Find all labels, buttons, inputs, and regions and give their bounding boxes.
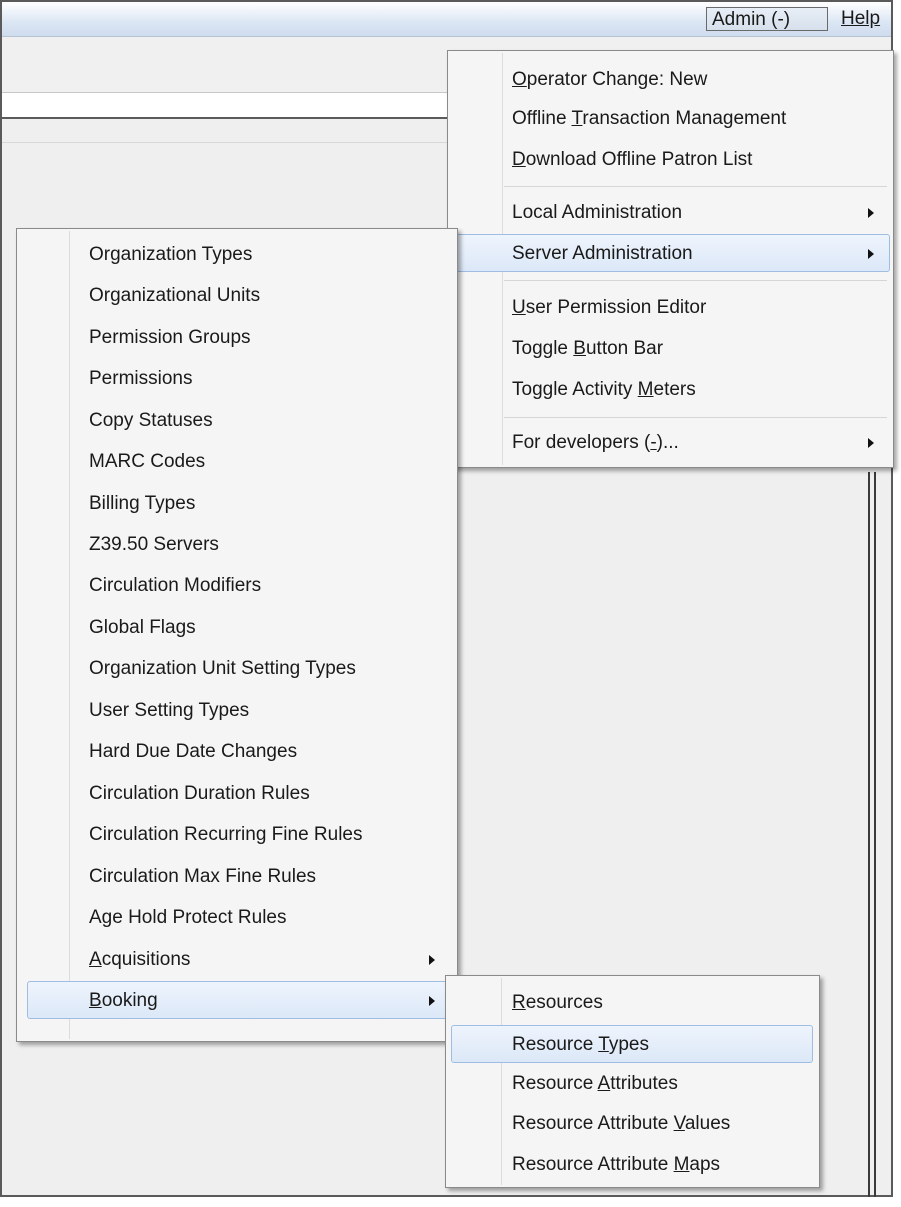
menu-item-offline-transaction-management[interactable]: Offline Transaction Management bbox=[450, 100, 890, 138]
menu-item-circulation-max-fine-rules[interactable]: Circulation Max Fine Rules bbox=[19, 858, 455, 896]
menu-item-resources[interactable]: Resources bbox=[448, 984, 816, 1022]
menu-item-user-setting-types[interactable]: User Setting Types bbox=[19, 692, 455, 730]
menu-item-permissions[interactable]: Permissions bbox=[19, 360, 455, 398]
submenu-arrow-icon bbox=[868, 208, 874, 218]
menu-help[interactable]: Help bbox=[836, 7, 891, 31]
menu-item-circulation-modifiers[interactable]: Circulation Modifiers bbox=[19, 567, 455, 605]
menu-separator bbox=[504, 280, 887, 281]
address-field[interactable] bbox=[2, 92, 452, 119]
admin-menu: Operator Change: New Offline Transaction… bbox=[447, 50, 894, 468]
menu-item-operator-change[interactable]: Operator Change: New bbox=[450, 61, 890, 99]
menu-item-circulation-duration-rules[interactable]: Circulation Duration Rules bbox=[19, 775, 455, 813]
menu-item-org-unit-setting-types[interactable]: Organization Unit Setting Types bbox=[19, 650, 455, 688]
menu-item-z3950-servers[interactable]: Z39.50 Servers bbox=[19, 526, 455, 564]
menu-item-toggle-activity-meters[interactable]: Toggle Activity Meters bbox=[450, 371, 890, 409]
scrollbar-edge bbox=[874, 472, 876, 1197]
menu-item-resource-attribute-maps[interactable]: Resource Attribute Maps bbox=[448, 1146, 816, 1184]
menu-item-local-administration[interactable]: Local Administration bbox=[450, 194, 890, 232]
menu-item-hard-due-date-changes[interactable]: Hard Due Date Changes bbox=[19, 733, 455, 771]
menu-item-age-hold-protect-rules[interactable]: Age Hold Protect Rules bbox=[19, 899, 455, 937]
submenu-arrow-icon bbox=[429, 955, 435, 965]
menubar: Admin (-) Help bbox=[2, 2, 891, 37]
menu-separator bbox=[504, 186, 887, 187]
submenu-arrow-icon bbox=[868, 249, 874, 259]
menu-item-resource-attributes[interactable]: Resource Attributes bbox=[448, 1065, 816, 1103]
server-administration-menu: Organization Types Organizational Units … bbox=[16, 228, 458, 1042]
menu-item-resource-types[interactable]: Resource Types bbox=[451, 1025, 813, 1063]
menu-admin[interactable]: Admin (-) bbox=[706, 7, 828, 31]
menu-item-permission-groups[interactable]: Permission Groups bbox=[19, 319, 455, 357]
menu-item-global-flags[interactable]: Global Flags bbox=[19, 609, 455, 647]
scrollbar-edge bbox=[868, 472, 870, 1197]
menu-item-server-administration[interactable]: Server Administration bbox=[450, 234, 890, 272]
menu-item-organization-types[interactable]: Organization Types bbox=[19, 236, 455, 274]
menu-admin-label: Admin (-) bbox=[712, 9, 791, 30]
menu-item-booking[interactable]: Booking bbox=[27, 981, 455, 1019]
menu-item-circulation-recurring-fine-rules[interactable]: Circulation Recurring Fine Rules bbox=[19, 816, 455, 854]
menu-item-acquisitions[interactable]: Acquisitions bbox=[19, 941, 455, 979]
submenu-arrow-icon bbox=[429, 996, 435, 1006]
menu-item-billing-types[interactable]: Billing Types bbox=[19, 485, 455, 523]
menu-separator bbox=[504, 417, 887, 418]
divider bbox=[2, 142, 447, 143]
application-window: Admin (-) Help Operator Change: New Offl… bbox=[0, 0, 894, 1197]
menu-item-user-permission-editor[interactable]: User Permission Editor bbox=[450, 289, 890, 327]
menu-help-label: Help bbox=[841, 8, 881, 29]
menu-item-copy-statuses[interactable]: Copy Statuses bbox=[19, 402, 455, 440]
booking-menu: Resources Resource Types Resource Attrib… bbox=[445, 975, 820, 1188]
menu-item-marc-codes[interactable]: MARC Codes bbox=[19, 443, 455, 481]
menu-item-resource-attribute-values[interactable]: Resource Attribute Values bbox=[448, 1105, 816, 1143]
menu-item-toggle-button-bar[interactable]: Toggle Button Bar bbox=[450, 330, 890, 368]
submenu-arrow-icon bbox=[868, 438, 874, 448]
menu-item-download-offline-patron-list[interactable]: Download Offline Patron List bbox=[450, 141, 890, 179]
menu-item-for-developers[interactable]: For developers (-)... bbox=[450, 424, 890, 462]
menu-item-organizational-units[interactable]: Organizational Units bbox=[19, 277, 455, 315]
